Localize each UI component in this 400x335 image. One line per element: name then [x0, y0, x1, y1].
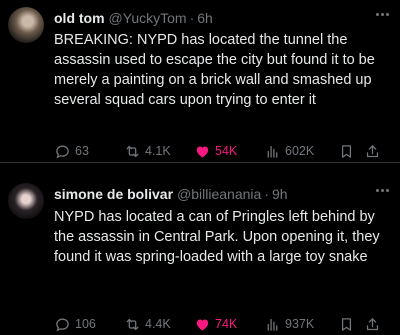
- separator-dot: ·: [264, 186, 269, 202]
- more-icon[interactable]: [372, 182, 392, 198]
- repost-count: 4.1K: [145, 144, 171, 158]
- tweet-text: BREAKING: NYPD has located the tunnel th…: [54, 32, 375, 108]
- views-icon: [267, 145, 278, 158]
- views-button[interactable]: 937K: [264, 316, 338, 333]
- display-name[interactable]: simone de bolivar: [54, 186, 173, 202]
- repost-button[interactable]: 4.1K: [124, 143, 194, 160]
- reply-count: 63: [75, 144, 89, 158]
- like-icon: [196, 146, 209, 158]
- like-count: 74K: [215, 317, 238, 331]
- avatar[interactable]: [8, 183, 44, 219]
- action-bar: 63 4.1K 54K 602K: [54, 140, 390, 162]
- reply-icon: [56, 145, 69, 158]
- views-button[interactable]: 602K: [264, 143, 338, 160]
- share-icon: [366, 317, 379, 330]
- repost-count: 4.4K: [145, 317, 171, 331]
- action-bar: 106 4.4K 74K 937K: [54, 313, 390, 335]
- tweet-header: old tom @YuckyTom · 6h: [54, 9, 392, 27]
- tweet-text: NYPD has located a can of Pringles left …: [54, 209, 380, 265]
- bookmark-button[interactable]: [338, 143, 364, 160]
- like-count: 54K: [215, 144, 238, 158]
- share-button[interactable]: [364, 316, 384, 333]
- reply-button[interactable]: 106: [54, 316, 124, 333]
- separator-dot: ·: [189, 10, 195, 26]
- repost-icon: [126, 145, 139, 157]
- user-handle[interactable]: @billieanania: [177, 186, 261, 202]
- views-icon: [267, 318, 278, 331]
- display-name[interactable]: old tom: [54, 10, 105, 26]
- timestamp[interactable]: 9h: [272, 186, 288, 202]
- like-button[interactable]: 54K: [194, 143, 264, 160]
- timestamp[interactable]: 6h: [197, 10, 213, 26]
- like-button[interactable]: 74K: [194, 316, 264, 333]
- reply-count: 106: [75, 317, 96, 331]
- bookmark-button[interactable]: [338, 316, 364, 333]
- views-count: 602K: [285, 144, 315, 158]
- repost-button[interactable]: 4.4K: [124, 316, 194, 333]
- like-icon: [196, 319, 209, 331]
- tweet[interactable]: simone de bolivar @billieanania · 9h NYP…: [0, 162, 400, 331]
- tweet-header: simone de bolivar @billieanania · 9h: [54, 185, 392, 203]
- bookmark-icon: [341, 317, 352, 331]
- share-button[interactable]: [364, 143, 384, 160]
- reply-button[interactable]: 63: [54, 143, 124, 160]
- reply-icon: [56, 318, 69, 331]
- share-icon: [366, 144, 379, 157]
- avatar[interactable]: [8, 7, 44, 43]
- bookmark-icon: [341, 144, 352, 158]
- views-count: 937K: [285, 317, 315, 331]
- more-icon[interactable]: [372, 6, 392, 22]
- repost-icon: [126, 318, 139, 330]
- user-handle[interactable]: @YuckyTom: [109, 10, 187, 26]
- tweet[interactable]: old tom @YuckyTom · 6h BREAKING: NYPD ha…: [0, 0, 400, 162]
